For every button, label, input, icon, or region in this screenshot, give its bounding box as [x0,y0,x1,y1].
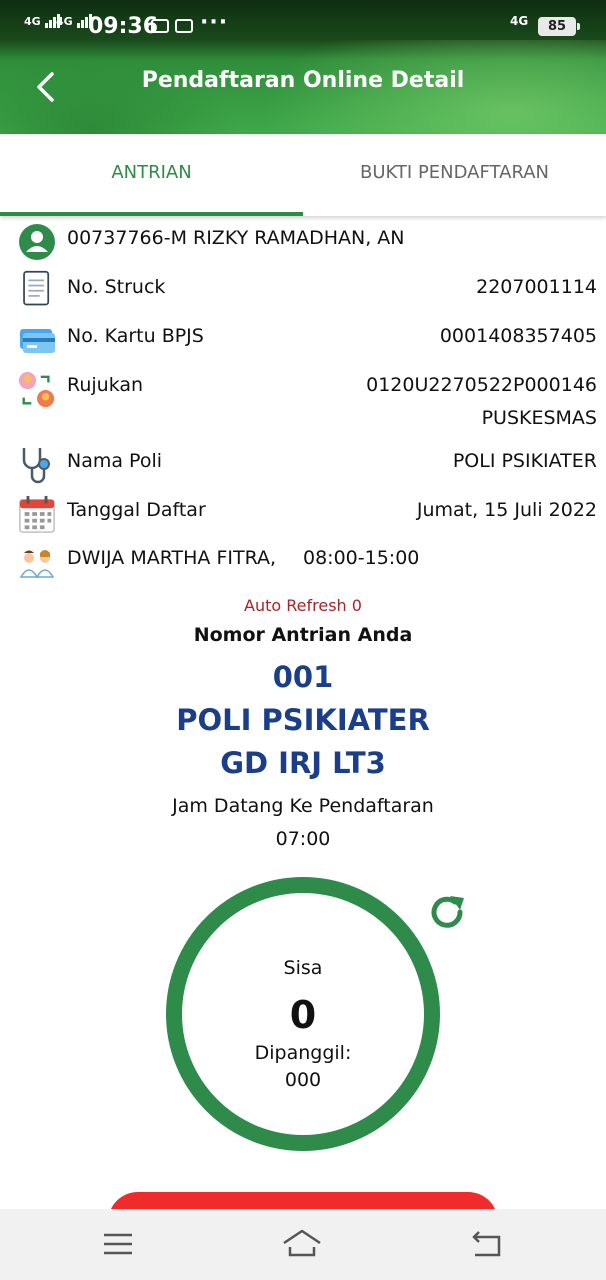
arrival-time: 07:00 [275,828,331,850]
signal-2-label: 4G [56,15,73,28]
queue-title: Nomor Antrian Anda [193,624,413,646]
tab-antrian[interactable]: ANTRIAN [0,134,303,216]
bpjs-value: 0001408357405 [439,325,597,347]
calendar-icon [19,495,55,533]
referral-icon [18,372,55,408]
home-icon[interactable] [282,1227,322,1261]
rujukan-row: Rujukan 0120U2270522P000146 PUSKESMAS [0,372,606,434]
poli-value: POLI PSIKIATER [452,450,597,472]
doctors-icon [19,550,55,578]
patient-row: 00737766-M RIZKY RAMADHAN, AN [0,224,606,265]
queue-location: GD IRJ LT3 [220,746,386,780]
arrival-label: Jam Datang Ke Pendaftaran [172,795,434,817]
dokter-row: DWIJA MARTHA FITRA, 08:00-15:00 [0,547,606,585]
network-type: 4G [510,14,529,28]
remaining-count: 0 [289,993,317,1037]
dokter-schedule: 08:00-15:00 [303,547,420,569]
tab-bar: ANTRIAN BUKTI PENDAFTARAN [0,134,606,216]
poli-label: Nama Poli [67,450,163,472]
system-nav-bar [0,1209,606,1280]
receipt-icon [23,270,50,306]
rujukan-label: Rujukan [67,374,144,396]
rujukan-source: PUSKESMAS [481,407,597,429]
tanggal-value: Jumat, 15 Juli 2022 [416,499,597,521]
bpjs-row: No. Kartu BPJS 0001408357405 [0,325,606,363]
tanggal-row: Tanggal Daftar Jumat, 15 Juli 2022 [0,495,606,537]
auto-refresh-text: Auto Refresh 0 [244,596,362,615]
app-header: 4G 4G 09:36 ··· 4G 85 Pendaftaran Online… [0,0,606,134]
back-icon[interactable] [467,1227,507,1261]
mail-notification-icon [175,19,193,33]
struck-row: No. Struck 2207001114 [0,270,606,314]
refresh-icon[interactable] [426,890,468,932]
called-label: Dipanggil: [254,1042,352,1064]
struck-value: 2207001114 [476,276,597,298]
app-notification-icon [151,19,169,33]
page-title: Pendaftaran Online Detail [141,68,465,93]
more-notifications: ··· [200,10,229,35]
poli-row: Nama Poli POLI PSIKIATER [0,448,606,488]
signal-1-label: 4G [24,15,41,28]
tanggal-label: Tanggal Daftar [67,499,206,521]
patient-name: 00737766-M RIZKY RAMADHAN, AN [67,227,405,249]
tab-bukti-pendaftaran[interactable]: BUKTI PENDAFTARAN [303,134,606,216]
bpjs-label: No. Kartu BPJS [67,325,204,347]
card-icon [20,329,55,353]
remaining-label: Sisa [283,957,323,979]
dokter-name: DWIJA MARTHA FITRA, [67,547,277,569]
status-bar: 4G 4G 09:36 ··· 4G 85 [0,0,606,54]
menu-icon[interactable] [98,1227,138,1261]
rujukan-value: 0120U2270522P000146 [366,374,597,396]
called-number: 000 [284,1069,322,1091]
queue-poli: POLI PSIKIATER [176,703,430,737]
stethoscope-icon [22,448,50,484]
user-avatar-icon [19,224,55,260]
clock: 09:36 [88,14,159,39]
active-tab-indicator [0,212,303,216]
struck-label: No. Struck [67,276,166,298]
queue-number: 001 [272,660,334,694]
battery-indicator: 85 [538,17,580,36]
